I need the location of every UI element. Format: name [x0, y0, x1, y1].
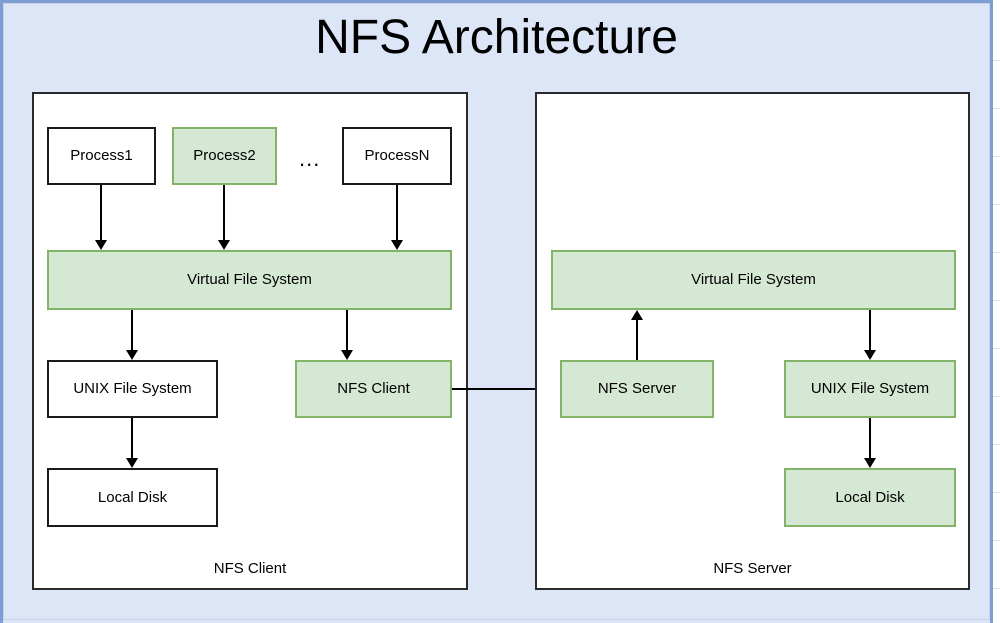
connector-process1-to-vfs: [100, 185, 102, 242]
node-client-unix-fs-label: UNIX File System: [73, 380, 192, 397]
arrowhead-vfs-to-nfs-client: [341, 350, 353, 360]
processes-ellipsis: ...: [299, 146, 321, 171]
client-panel-label: NFS Client: [213, 560, 287, 577]
node-processN-label: ProcessN: [364, 147, 430, 164]
node-client-vfs-label: Virtual File System: [187, 271, 312, 288]
node-process1-label: Process1: [70, 147, 133, 164]
node-server-local-disk-label: Local Disk: [835, 488, 905, 506]
arrowhead-unix-fs-to-local-disk: [126, 458, 138, 468]
node-client-local-disk[interactable]: Local Disk: [47, 468, 218, 527]
node-nfs-client[interactable]: NFS Client: [295, 360, 452, 418]
arrowhead-vfs-to-unix-fs: [126, 350, 138, 360]
connector-nfs-server-to-vfs: [636, 318, 638, 360]
connector-vfs-to-unix-fs: [131, 310, 133, 352]
connector-server-unix-fs-to-local-disk: [869, 418, 871, 460]
arrowhead-process1-to-vfs: [95, 240, 107, 250]
node-nfs-server-label: NFS Server: [597, 380, 677, 397]
connector-unix-fs-to-local-disk: [131, 418, 133, 460]
node-client-vfs[interactable]: Virtual File System: [47, 250, 452, 310]
diagram-canvas: NFS Architecture Process1 Process2 ... P…: [0, 0, 1000, 623]
connector-server-vfs-to-unix-fs: [869, 310, 871, 352]
node-server-vfs[interactable]: Virtual File System: [551, 250, 956, 310]
node-processN[interactable]: ProcessN: [342, 127, 452, 185]
node-server-vfs-label: Virtual File System: [691, 271, 816, 288]
node-server-unix-fs-label: UNIX File System: [810, 380, 930, 397]
node-nfs-server[interactable]: NFS Server: [560, 360, 714, 418]
node-process2-label: Process2: [193, 147, 256, 164]
node-server-unix-fs[interactable]: UNIX File System: [784, 360, 956, 418]
node-process2[interactable]: Process2: [172, 127, 277, 185]
node-client-local-disk-label: Local Disk: [97, 488, 168, 506]
page-title: NFS Architecture: [315, 11, 678, 64]
arrowhead-server-unix-fs-to-local-disk: [864, 458, 876, 468]
arrowhead-processN-to-vfs: [391, 240, 403, 250]
node-process1[interactable]: Process1: [47, 127, 156, 185]
connector-vfs-to-nfs-client: [346, 310, 348, 352]
connector-processN-to-vfs: [396, 185, 398, 242]
node-server-local-disk[interactable]: Local Disk: [784, 468, 956, 527]
server-panel-label: NFS Server: [713, 560, 792, 577]
connector-process2-to-vfs: [223, 185, 225, 242]
node-nfs-client-label: NFS Client: [337, 380, 410, 397]
arrowhead-server-vfs-to-unix-fs: [864, 350, 876, 360]
arrowhead-process2-to-vfs: [218, 240, 230, 250]
page-edge-strip: [993, 0, 1000, 623]
node-client-unix-fs[interactable]: UNIX File System: [47, 360, 218, 418]
